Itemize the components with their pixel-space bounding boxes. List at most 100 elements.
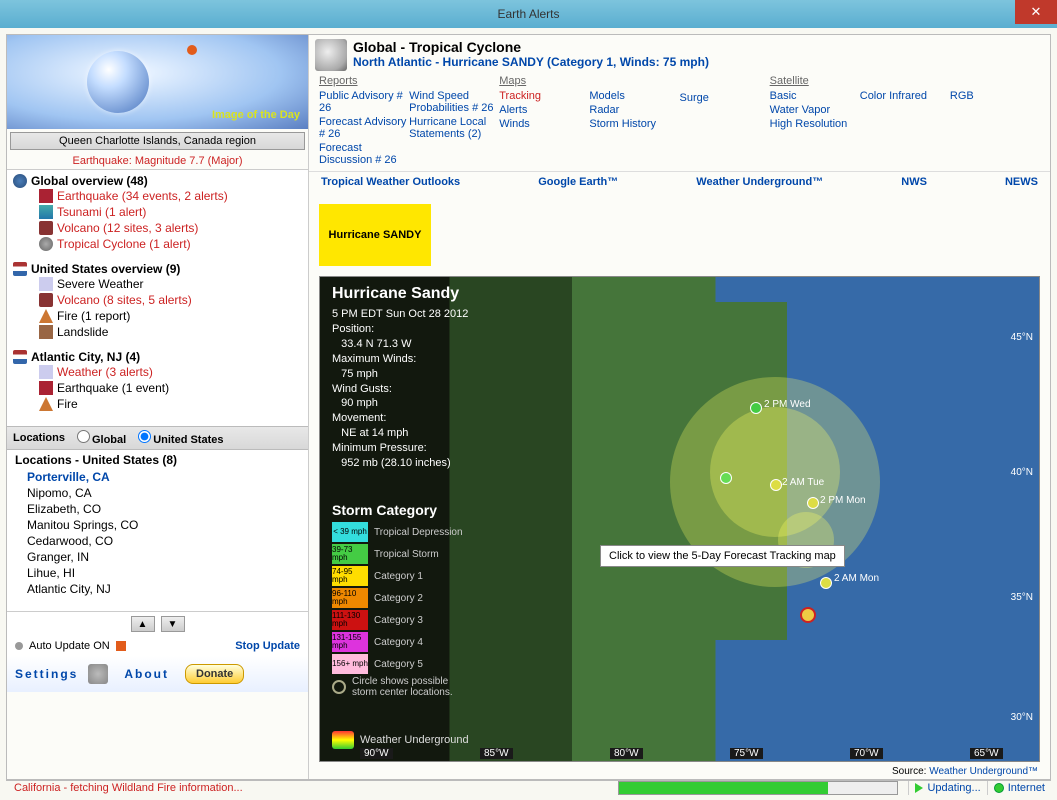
play-icon [915, 783, 923, 793]
storm-selector[interactable]: Hurricane SANDY [319, 204, 431, 266]
globe-icon [87, 51, 149, 113]
main-panel: Global - Tropical Cyclone North Atlantic… [309, 35, 1050, 779]
tree-item[interactable]: Earthquake (34 events, 2 alerts) [13, 188, 304, 204]
map-tooltip: Click to view the 5-Day Forecast Trackin… [600, 545, 845, 567]
map-source: Source: Weather Underground™ [309, 764, 1050, 779]
tree-group-header[interactable]: United States overview (9) [13, 262, 304, 276]
report-link[interactable]: Storm History [589, 117, 679, 131]
report-link[interactable]: Winds [499, 117, 589, 131]
report-link[interactable]: Surge [680, 91, 770, 105]
settings-link[interactable]: Settings [15, 667, 78, 681]
source-link[interactable]: Weather Underground™ [929, 766, 1038, 777]
group-icon [13, 350, 27, 364]
tree-item[interactable]: Fire (1 report) [13, 308, 304, 324]
nav-down-button[interactable]: ▼ [161, 616, 185, 632]
stop-update-link[interactable]: Stop Update [235, 640, 300, 652]
tree-item[interactable]: Tsunami (1 alert) [13, 204, 304, 220]
report-link[interactable]: Hurricane Local Statements (2) [409, 115, 499, 141]
report-link[interactable]: Models [589, 89, 679, 103]
cyclone-icon [315, 39, 347, 71]
about-link[interactable]: About [124, 667, 169, 681]
alert-dot-icon [187, 45, 197, 55]
item-icon [39, 309, 53, 323]
tree-item[interactable]: Volcano (12 sites, 3 alerts) [13, 220, 304, 236]
tree-item[interactable]: Weather (3 alerts) [13, 364, 304, 380]
region-button[interactable]: Queen Charlotte Islands, Canada region [10, 132, 305, 150]
external-link[interactable]: Google Earth™ [538, 176, 618, 188]
wu-attribution: Weather Underground [332, 731, 469, 749]
storm-category-legend: Storm Category < 39 mphTropical Depressi… [332, 502, 463, 700]
radio-global[interactable] [77, 430, 90, 443]
locations-title: Locations - United States (8) [15, 453, 300, 467]
report-link[interactable]: Radar [589, 103, 679, 117]
status-message: California - fetching Wildland Fire info… [6, 782, 386, 794]
tree-item[interactable]: Fire [13, 396, 304, 412]
status-bar: California - fetching Wildland Fire info… [6, 780, 1051, 795]
report-link[interactable]: Public Advisory # 26 [319, 89, 409, 115]
location-item[interactable]: Granger, IN [15, 549, 300, 565]
tracking-map[interactable]: Hurricane Sandy 5 PM EDT Sun Oct 28 2012… [319, 276, 1040, 762]
external-link[interactable]: Weather Underground™ [696, 176, 823, 188]
locations-header: Locations Global United States [7, 426, 308, 450]
radio-global-label[interactable]: Global [75, 430, 126, 446]
group-icon [13, 174, 27, 188]
tree-group-header[interactable]: Atlantic City, NJ (4) [13, 350, 304, 364]
radio-us-label[interactable]: United States [136, 430, 223, 446]
group-icon [13, 262, 27, 276]
stop-icon [116, 641, 126, 651]
tree-item[interactable]: Severe Weather [13, 276, 304, 292]
headline-earthquake[interactable]: Earthquake: Magnitude 7.7 (Major) [7, 153, 308, 170]
image-of-day-label: Image of the Day [212, 109, 300, 121]
report-link[interactable]: Wind Speed Probabilities # 26 [409, 89, 499, 115]
map-title: Hurricane Sandy [332, 285, 459, 303]
location-item[interactable]: Nipomo, CA [15, 485, 300, 501]
tools-icon [88, 664, 108, 684]
tree-item[interactable]: Earthquake (1 event) [13, 380, 304, 396]
location-item[interactable]: Elizabeth, CO [15, 501, 300, 517]
external-link[interactable]: NEWS [1005, 176, 1038, 188]
tree-item[interactable]: Landslide [13, 324, 304, 340]
item-icon [39, 381, 53, 395]
location-nav: ▲ ▼ [7, 612, 308, 636]
report-link[interactable] [950, 103, 1040, 105]
page-subtitle: North Atlantic - Hurricane SANDY (Catego… [353, 55, 709, 69]
report-link[interactable]: Color Infrared [860, 89, 950, 103]
report-link[interactable] [860, 103, 950, 105]
current-position-icon [800, 607, 816, 623]
overview-tree: Global overview (48)Earthquake (34 event… [7, 170, 308, 426]
report-links: ReportsPublic Advisory # 26Forecast Advi… [309, 75, 1050, 171]
report-link[interactable]: RGB [950, 89, 1040, 103]
radio-us[interactable] [138, 430, 151, 443]
report-link[interactable]: Water Vapor [770, 103, 860, 117]
report-link[interactable]: Forecast Discussion # 26 [319, 141, 409, 167]
item-icon [39, 365, 53, 379]
close-button[interactable]: ✕ [1015, 0, 1057, 24]
report-link[interactable]: Basic [770, 89, 860, 103]
auto-update-row: Auto Update ON Stop Update [7, 636, 308, 656]
item-icon [39, 189, 53, 203]
tree-group-header[interactable]: Global overview (48) [13, 174, 304, 188]
tree-item[interactable]: Tropical Cyclone (1 alert) [13, 236, 304, 252]
progress-bar [618, 781, 898, 795]
location-item[interactable]: Cedarwood, CO [15, 533, 300, 549]
globe-banner[interactable]: Image of the Day [7, 35, 308, 129]
location-item[interactable]: Atlantic City, NJ [15, 581, 300, 597]
report-link[interactable]: High Resolution [770, 117, 860, 131]
status-internet: Internet [987, 781, 1051, 795]
location-item[interactable]: Lihue, HI [15, 565, 300, 581]
report-link[interactable]: Tracking [499, 89, 589, 103]
nav-up-button[interactable]: ▲ [131, 616, 155, 632]
item-icon [39, 277, 53, 291]
item-icon [39, 325, 53, 339]
tree-item[interactable]: Volcano (8 sites, 5 alerts) [13, 292, 304, 308]
external-link[interactable]: NWS [901, 176, 927, 188]
external-link[interactable]: Tropical Weather Outlooks [321, 176, 460, 188]
location-item[interactable]: Porterville, CA [15, 469, 300, 485]
report-link[interactable] [680, 105, 770, 107]
location-item[interactable]: Manitou Springs, CO [15, 517, 300, 533]
report-link[interactable]: Alerts [499, 103, 589, 117]
donate-button[interactable]: Donate [185, 664, 244, 684]
window-titlebar: Earth Alerts ✕ [0, 0, 1057, 28]
report-link[interactable]: Forecast Advisory # 26 [319, 115, 409, 141]
settings-row: Settings About Donate [7, 656, 308, 692]
